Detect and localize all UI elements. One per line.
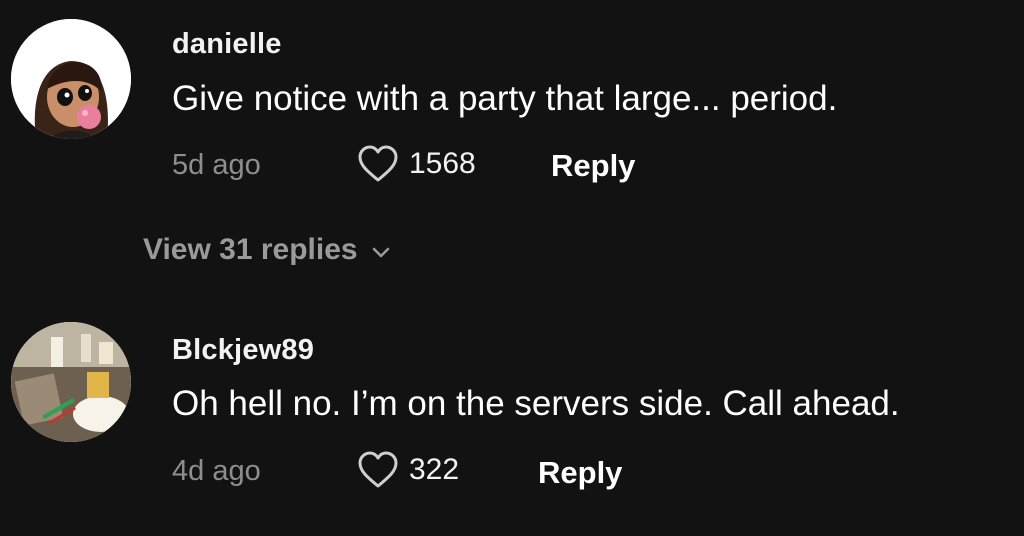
like-button[interactable]: 1568 [357,144,476,184]
timestamp: 5d ago [172,149,261,181]
heart-outline-icon [358,145,398,182]
like-count: 1568 [409,147,476,180]
comment-item: Blckjew89 Oh hell no. I’m on the servers… [0,305,1024,536]
timestamp: 4d ago [172,455,261,487]
like-button[interactable]: 322 [357,450,459,490]
comment-text: Oh hell no. I’m on the servers side. Cal… [172,384,900,423]
avatar[interactable] [11,19,131,139]
like-count: 322 [409,453,460,486]
username[interactable]: danielle [172,28,282,61]
comment-item: danielle Give notice with a party that l… [0,0,1024,266]
username[interactable]: Blckjew89 [172,334,314,367]
view-replies-button[interactable]: View 31 replies [143,233,390,267]
cartoon-girl-avatar-icon [11,19,131,139]
avatar[interactable] [11,322,131,442]
reply-button[interactable]: Reply [538,455,622,491]
comment-text: Give notice with a party that large... p… [172,79,838,118]
view-replies-label: View 31 replies [143,233,358,266]
heart-outline-icon [358,451,398,488]
reply-button[interactable]: Reply [551,148,635,184]
chevron-down-icon [372,247,389,258]
restaurant-photo-avatar-icon [11,322,131,442]
